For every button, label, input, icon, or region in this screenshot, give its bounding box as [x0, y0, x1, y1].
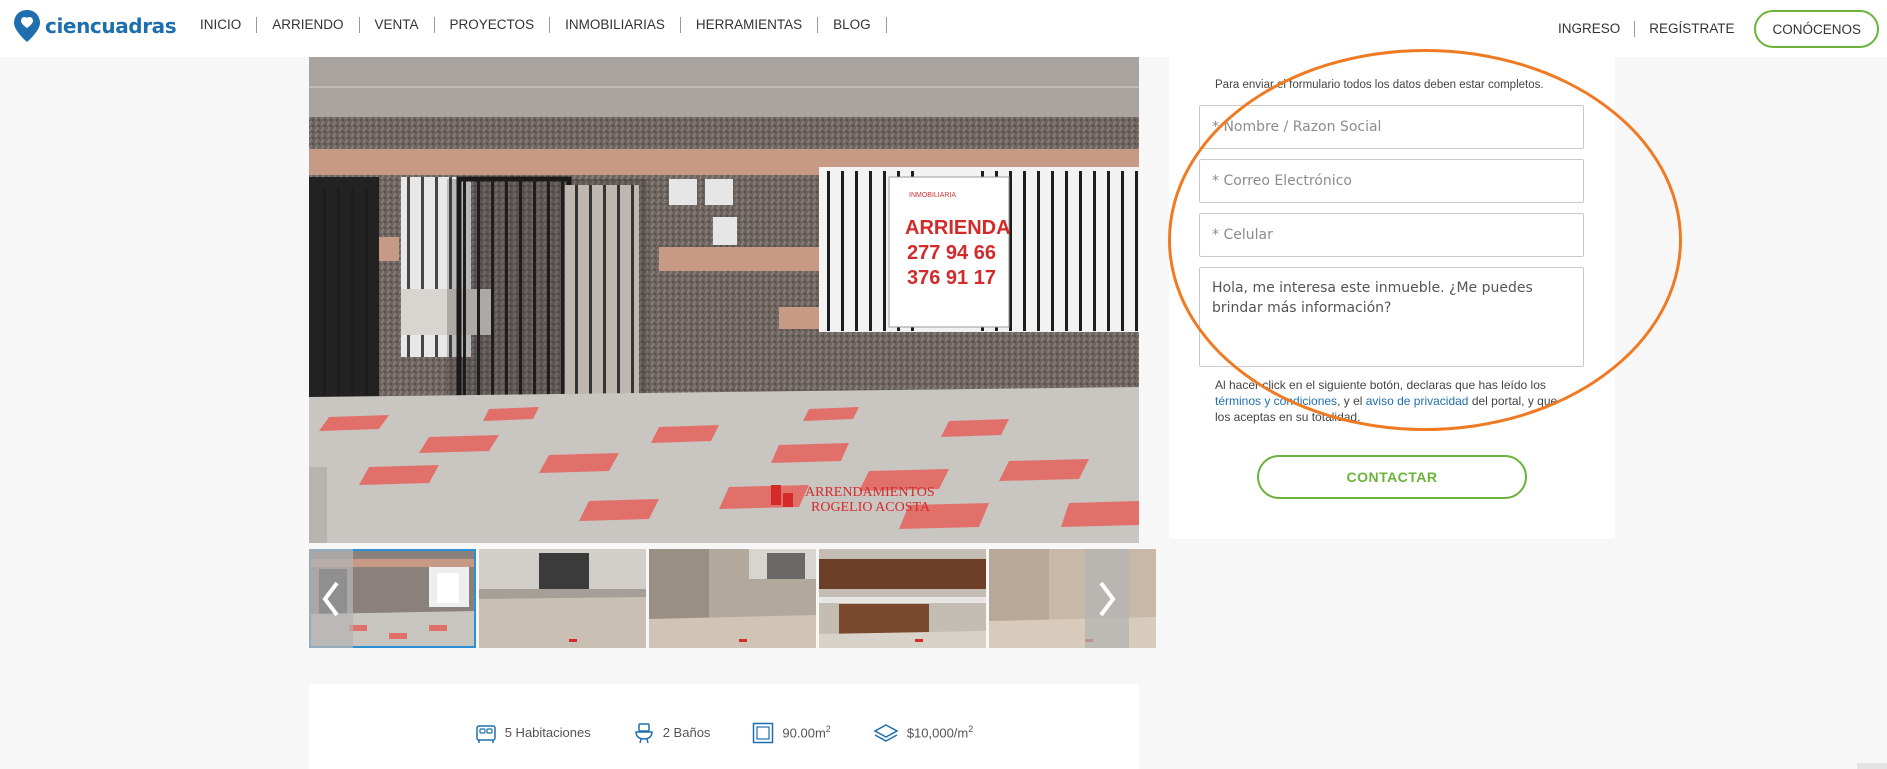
- privacy-link[interactable]: aviso de privacidad: [1366, 394, 1469, 408]
- nav-item-herramientas[interactable]: HERRAMIENTAS: [681, 17, 819, 33]
- register-link[interactable]: REGÍSTRATE: [1635, 21, 1748, 37]
- message-textarea[interactable]: Hola, me interesa este inmueble. ¿Me pue…: [1199, 267, 1584, 367]
- main-nav: INICIO ARRIENDO VENTA PROYECTOS INMOBILI…: [186, 17, 887, 33]
- watermark-line-2: ROGELIO ACOSTA: [811, 500, 931, 515]
- feature-price-per-m2: $10,000/m2: [873, 722, 973, 744]
- prev-thumbnail-button[interactable]: [309, 549, 353, 648]
- svg-text:INMOBILIARIA: INMOBILIARIA: [909, 192, 956, 199]
- area-square-icon: [753, 722, 774, 743]
- thumbnail-4[interactable]: [819, 549, 986, 648]
- name-input[interactable]: [1199, 105, 1584, 149]
- logo[interactable]: ciencuadras: [12, 9, 177, 43]
- legal-text: Al hacer click en el siguiente botón, de…: [1215, 378, 1558, 424]
- thumbnail-2[interactable]: [479, 549, 646, 648]
- login-link[interactable]: INGRESO: [1544, 21, 1636, 37]
- nav-item-inmobiliarias[interactable]: INMOBILIARIAS: [550, 17, 681, 33]
- email-input[interactable]: [1199, 159, 1584, 203]
- bed-icon: [475, 724, 496, 743]
- terms-link[interactable]: términos y condiciones: [1215, 394, 1337, 408]
- contact-form: Para enviar el formulario todos los dato…: [1169, 57, 1615, 539]
- chevron-left-icon: [322, 581, 339, 616]
- thumbnail-strip: [309, 549, 1156, 648]
- location-pin-icon: [12, 9, 42, 43]
- form-note: Para enviar el formulario todos los dato…: [1215, 79, 1544, 91]
- layers-icon: [873, 723, 899, 742]
- feature-area: 90.00m2: [752, 722, 831, 744]
- area-value: 90.00m2: [782, 724, 831, 741]
- thumbnail-5[interactable]: [989, 549, 1156, 648]
- logo-text: ciencuadras: [45, 14, 177, 38]
- thumbnail-3[interactable]: [649, 549, 816, 648]
- nav-item-proyectos[interactable]: PROYECTOS: [435, 17, 551, 33]
- nav-item-inicio[interactable]: INICIO: [186, 17, 258, 33]
- page-edge: [1857, 763, 1887, 769]
- nav-item-blog[interactable]: BLOG: [818, 17, 887, 33]
- nav-item-arriendo[interactable]: ARRIENDO: [257, 17, 360, 33]
- rooms-count: 5 Habitaciones: [504, 725, 591, 740]
- toilet-icon: [634, 722, 653, 743]
- contactar-button[interactable]: CONTACTAR: [1257, 455, 1527, 499]
- feature-rooms: 5 Habitaciones: [475, 722, 591, 744]
- site-header: ciencuadras INICIO ARRIENDO VENTA PROYEC…: [0, 0, 1887, 57]
- phone-input[interactable]: [1199, 213, 1584, 257]
- account-nav: INGRESO REGÍSTRATE CONÓCENOS: [1544, 10, 1887, 48]
- watermark-line-1: ARRENDAMIENTOS: [805, 485, 935, 500]
- nav-item-venta[interactable]: VENTA: [360, 17, 435, 33]
- sign-phone-2: 376 91 17: [907, 267, 996, 289]
- sign-phone-1: 277 94 66: [907, 242, 996, 264]
- conocenos-button[interactable]: CONÓCENOS: [1754, 10, 1879, 48]
- sign-rent-text: ARRIENDA: [905, 217, 1011, 239]
- chevron-right-icon: [1099, 581, 1116, 616]
- feature-baths: 2 Baños: [633, 722, 711, 744]
- price-per-m2-value: $10,000/m2: [906, 724, 974, 741]
- next-thumbnail-button[interactable]: [1085, 549, 1129, 648]
- baths-count: 2 Baños: [662, 725, 711, 740]
- property-main-photo[interactable]: INMOBILIARIA ARRIENDA 277 94 66 376 91 1…: [309, 57, 1139, 543]
- property-features: 5 Habitaciones 2 Baños 90.00m2 $10,000/m…: [309, 684, 1139, 769]
